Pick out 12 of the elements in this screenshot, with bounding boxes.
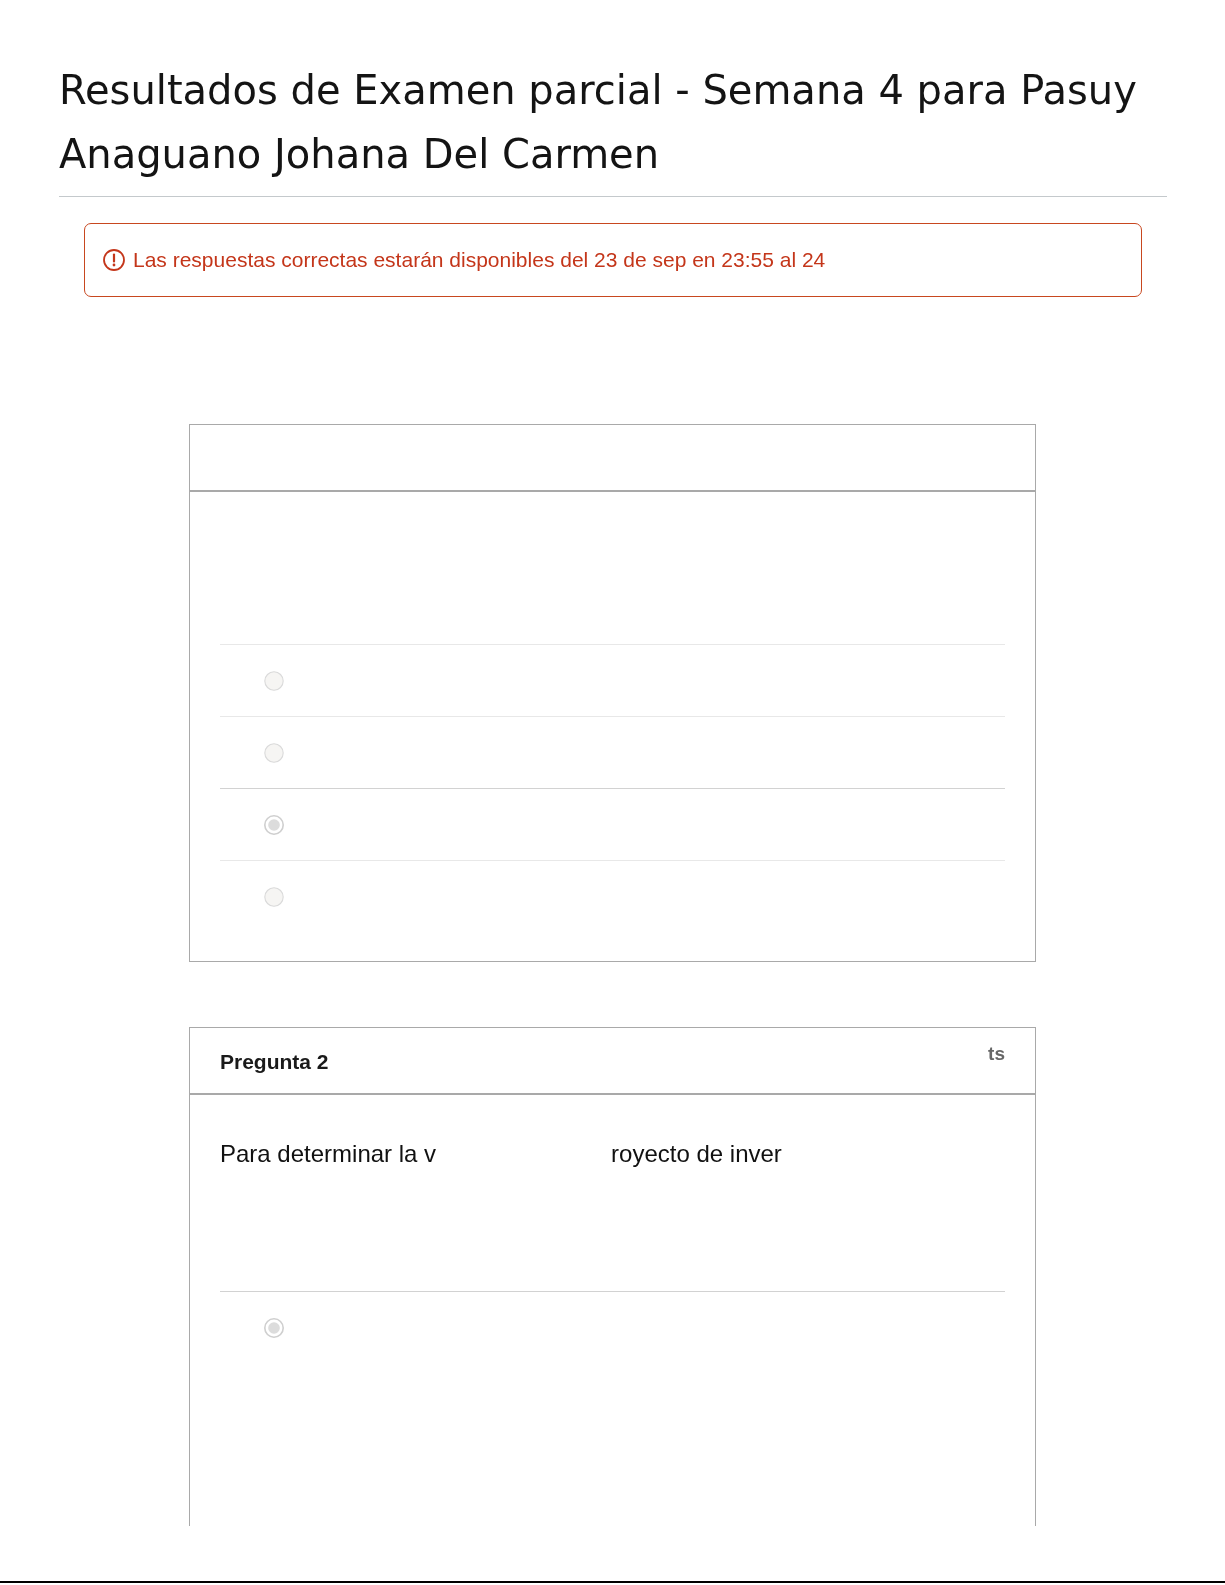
radio-button[interactable] (264, 670, 284, 691)
alert-message: Las respuestas correctas estarán disponibles del 23 de sep en 23:55 al 24 (133, 248, 826, 272)
question-title: Pregunta 2 (220, 1048, 329, 1075)
radio-button[interactable] (264, 1317, 284, 1338)
radio-button[interactable] (264, 814, 284, 835)
radio-button[interactable] (264, 886, 284, 907)
radio-button[interactable] (264, 742, 284, 763)
question-text: royecto de inver (611, 1139, 782, 1169)
question-text: Para determinar la v (220, 1139, 437, 1169)
warning-icon (103, 249, 125, 271)
page-title: Resultados de Examen parcial - Semana 4 para Pasuy Anaguano Johana Del Carmen (59, 58, 1167, 197)
points-label: ts (988, 1043, 1005, 1065)
